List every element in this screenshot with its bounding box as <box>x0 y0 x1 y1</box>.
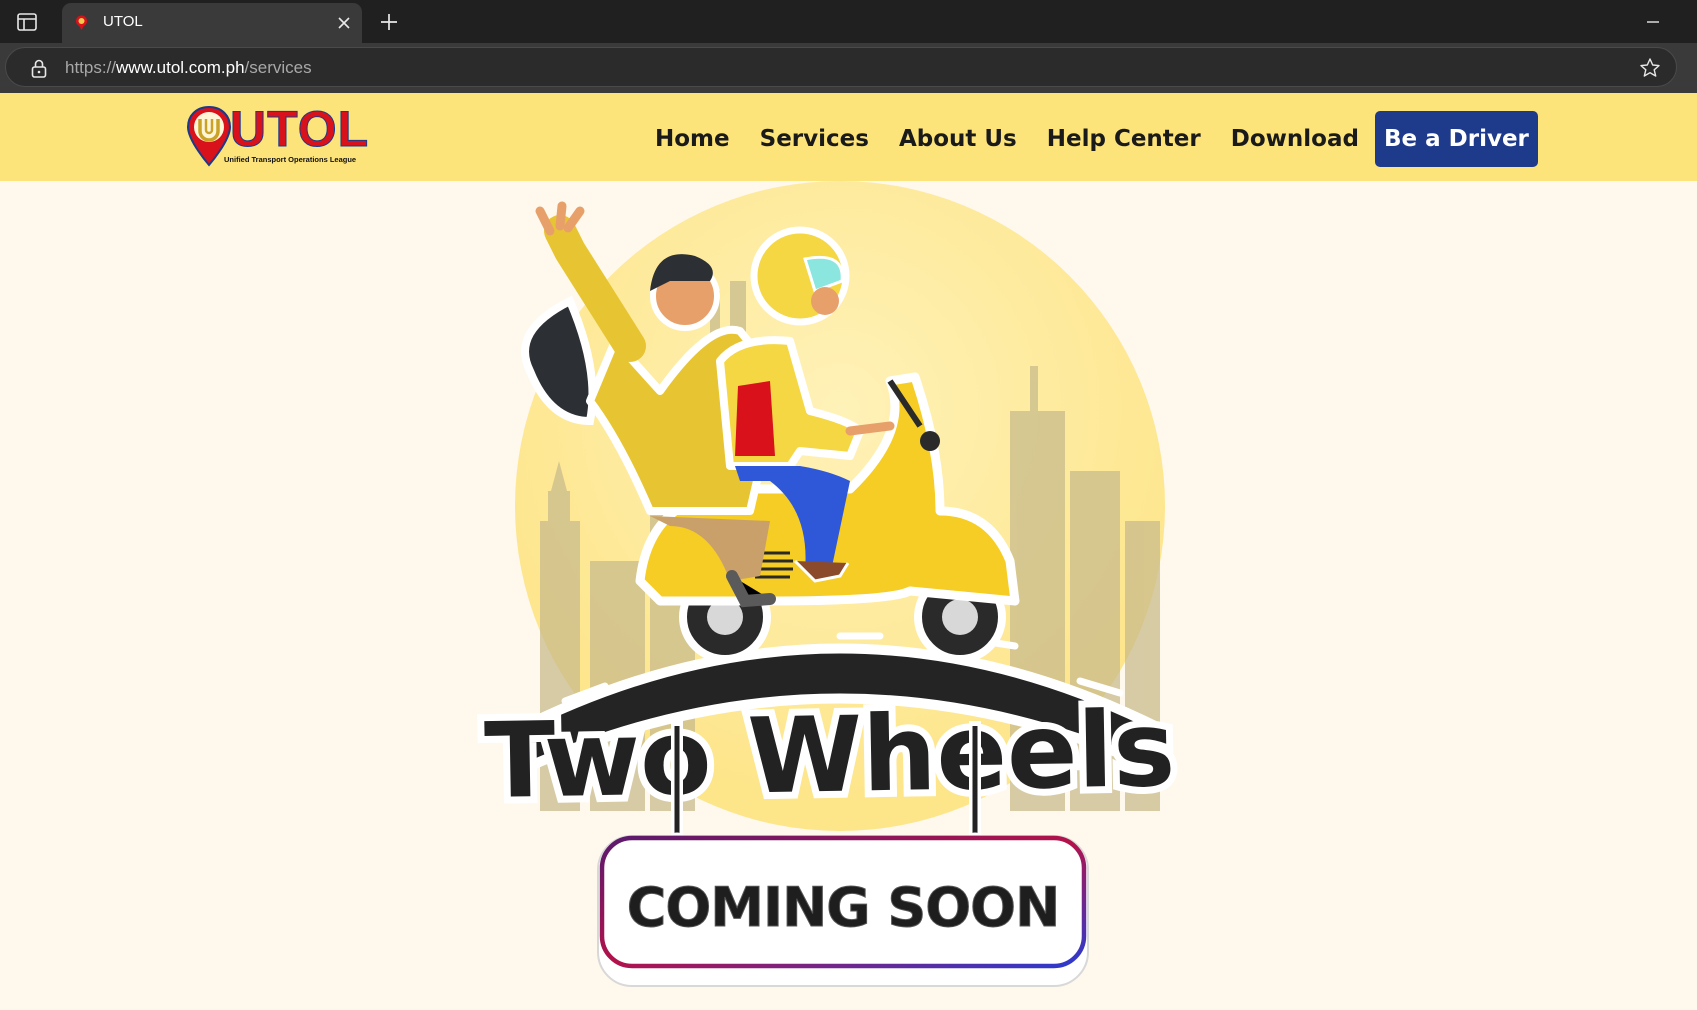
browser-tab-bar: UTOL <box>0 0 1697 43</box>
lock-icon[interactable] <box>28 57 50 79</box>
url-input[interactable]: https://www.utol.com.ph/services <box>5 47 1677 87</box>
url-path: /services <box>244 58 312 77</box>
be-a-driver-button[interactable]: Be a Driver <box>1374 111 1538 167</box>
favicon-icon <box>74 15 89 30</box>
browser-address-bar: https://www.utol.com.ph/services <box>0 43 1697 93</box>
url-scheme: https:// <box>65 58 117 77</box>
minimize-icon[interactable] <box>1640 9 1666 35</box>
hero-headline: Two Wheels <box>483 688 1176 822</box>
url-host: www.utol.com.ph <box>116 58 245 77</box>
nav-services[interactable]: Services <box>760 126 869 152</box>
logo-wordmark: UTOL <box>229 101 370 157</box>
coming-soon-text: COMING SOON <box>627 876 1060 939</box>
close-icon[interactable] <box>334 13 354 33</box>
url-text: https://www.utol.com.ph/services <box>65 58 312 78</box>
tab-title: UTOL <box>103 13 143 30</box>
sidebar-toggle-icon[interactable] <box>14 9 40 35</box>
main-nav: Home Services About Us Help Center Downl… <box>655 111 1538 167</box>
nav-home[interactable]: Home <box>655 126 730 152</box>
plus-icon[interactable] <box>376 9 402 35</box>
nav-about-us[interactable]: About Us <box>899 126 1017 152</box>
site-logo[interactable]: UTOL Unified Transport Operations League <box>186 101 370 167</box>
coming-soon-badge: COMING SOON <box>597 835 1089 987</box>
nav-help-center[interactable]: Help Center <box>1047 126 1201 152</box>
star-icon[interactable] <box>1638 56 1662 80</box>
hero-illustration: Two Wheels COMING SOON <box>470 181 1200 1010</box>
nav-download[interactable]: Download <box>1231 126 1359 152</box>
logo-tagline: Unified Transport Operations League <box>224 155 357 164</box>
site-header: UTOL Unified Transport Operations League… <box>0 93 1697 181</box>
browser-tab-active[interactable]: UTOL <box>62 3 362 43</box>
